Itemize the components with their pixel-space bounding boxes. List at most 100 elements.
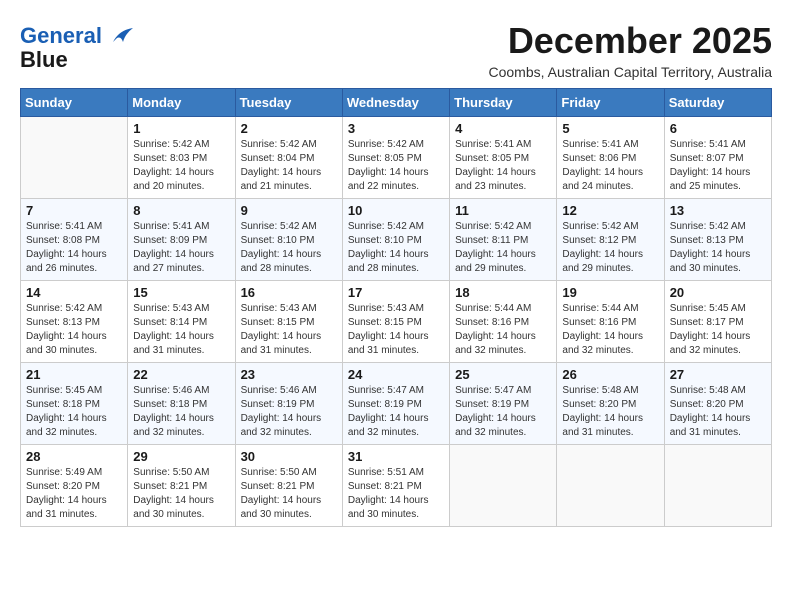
weekday-header-tuesday: Tuesday xyxy=(235,89,342,117)
weekday-header-friday: Friday xyxy=(557,89,664,117)
day-number: 27 xyxy=(670,367,766,382)
day-number: 26 xyxy=(562,367,658,382)
calendar-cell: 31 Sunrise: 5:51 AM Sunset: 8:21 PM Dayli… xyxy=(342,445,449,527)
weekday-header-sunday: Sunday xyxy=(21,89,128,117)
calendar-cell: 20 Sunrise: 5:45 AM Sunset: 8:17 PM Dayli… xyxy=(664,281,771,363)
cell-info: Sunrise: 5:42 AM Sunset: 8:11 PM Dayligh… xyxy=(455,220,551,276)
calendar-cell: 3 Sunrise: 5:42 AM Sunset: 8:05 PM Daylig… xyxy=(342,117,449,199)
cell-info: Sunrise: 5:48 AM Sunset: 8:20 PM Dayligh… xyxy=(670,384,766,440)
day-number: 8 xyxy=(133,203,229,218)
page-header: General Blue December 2025 Coombs, Austr… xyxy=(20,20,772,80)
cell-info: Sunrise: 5:45 AM Sunset: 8:18 PM Dayligh… xyxy=(26,384,122,440)
day-number: 24 xyxy=(348,367,444,382)
calendar-cell: 22Sunrise: 5:46 AM Sunset: 8:18 PM Dayli… xyxy=(128,363,235,445)
calendar-cell: 10 Sunrise: 5:42 AM Sunset: 8:10 PM Dayli… xyxy=(342,199,449,281)
month-title: December 2025 xyxy=(489,20,773,62)
calendar-cell: 21 Sunrise: 5:45 AM Sunset: 8:18 PM Dayli… xyxy=(21,363,128,445)
calendar-cell xyxy=(664,445,771,527)
cell-info: Sunrise: 5:44 AM Sunset: 8:16 PM Dayligh… xyxy=(562,302,658,358)
logo-text: General xyxy=(20,24,133,48)
day-number: 13 xyxy=(670,203,766,218)
cell-info: Sunrise: 5:50 AM Sunset: 8:21 PM Dayligh… xyxy=(133,466,229,522)
calendar-week-row: 28Sunrise: 5:49 AM Sunset: 8:20 PM Dayli… xyxy=(21,445,772,527)
day-number: 19 xyxy=(562,285,658,300)
weekday-header-saturday: Saturday xyxy=(664,89,771,117)
logo-subtext: Blue xyxy=(20,48,133,72)
day-number: 30 xyxy=(241,449,337,464)
day-number: 9 xyxy=(241,203,337,218)
day-number: 11 xyxy=(455,203,551,218)
calendar-header-row: SundayMondayTuesdayWednesdayThursdayFrid… xyxy=(21,89,772,117)
cell-info: Sunrise: 5:42 AM Sunset: 8:13 PM Dayligh… xyxy=(670,220,766,276)
cell-info: Sunrise: 5:42 AM Sunset: 8:04 PM Dayligh… xyxy=(241,138,337,194)
day-number: 10 xyxy=(348,203,444,218)
cell-info: Sunrise: 5:47 AM Sunset: 8:19 PM Dayligh… xyxy=(348,384,444,440)
calendar-cell: 30 Sunrise: 5:50 AM Sunset: 8:21 PM Dayli… xyxy=(235,445,342,527)
calendar-cell: 29 Sunrise: 5:50 AM Sunset: 8:21 PM Dayli… xyxy=(128,445,235,527)
calendar-cell: 13 Sunrise: 5:42 AM Sunset: 8:13 PM Dayli… xyxy=(664,199,771,281)
day-number: 2 xyxy=(241,121,337,136)
calendar-cell: 9Sunrise: 5:42 AM Sunset: 8:10 PM Daylig… xyxy=(235,199,342,281)
calendar-cell: 1 Sunrise: 5:42 AM Sunset: 8:03 PM Daylig… xyxy=(128,117,235,199)
weekday-header-wednesday: Wednesday xyxy=(342,89,449,117)
calendar-cell: 11 Sunrise: 5:42 AM Sunset: 8:11 PM Dayli… xyxy=(450,199,557,281)
cell-info: Sunrise: 5:46 AM Sunset: 8:19 PM Dayligh… xyxy=(241,384,337,440)
day-number: 31 xyxy=(348,449,444,464)
calendar-cell: 17Sunrise: 5:43 AM Sunset: 8:15 PM Dayli… xyxy=(342,281,449,363)
calendar-cell: 2 Sunrise: 5:42 AM Sunset: 8:04 PM Daylig… xyxy=(235,117,342,199)
day-number: 3 xyxy=(348,121,444,136)
day-number: 14 xyxy=(26,285,122,300)
calendar-cell: 14Sunrise: 5:42 AM Sunset: 8:13 PM Dayli… xyxy=(21,281,128,363)
cell-info: Sunrise: 5:42 AM Sunset: 8:10 PM Dayligh… xyxy=(348,220,444,276)
calendar-cell: 25Sunrise: 5:47 AM Sunset: 8:19 PM Dayli… xyxy=(450,363,557,445)
day-number: 6 xyxy=(670,121,766,136)
cell-info: Sunrise: 5:46 AM Sunset: 8:18 PM Dayligh… xyxy=(133,384,229,440)
cell-info: Sunrise: 5:43 AM Sunset: 8:14 PM Dayligh… xyxy=(133,302,229,358)
cell-info: Sunrise: 5:41 AM Sunset: 8:05 PM Dayligh… xyxy=(455,138,551,194)
day-number: 21 xyxy=(26,367,122,382)
calendar-cell xyxy=(557,445,664,527)
calendar-cell xyxy=(450,445,557,527)
calendar-cell: 23 Sunrise: 5:46 AM Sunset: 8:19 PM Dayli… xyxy=(235,363,342,445)
day-number: 1 xyxy=(133,121,229,136)
cell-info: Sunrise: 5:42 AM Sunset: 8:03 PM Dayligh… xyxy=(133,138,229,194)
calendar-cell: 18Sunrise: 5:44 AM Sunset: 8:16 PM Dayli… xyxy=(450,281,557,363)
day-number: 7 xyxy=(26,203,122,218)
day-number: 15 xyxy=(133,285,229,300)
cell-info: Sunrise: 5:42 AM Sunset: 8:05 PM Dayligh… xyxy=(348,138,444,194)
day-number: 20 xyxy=(670,285,766,300)
logo-bird-icon xyxy=(111,28,133,46)
calendar-cell: 28Sunrise: 5:49 AM Sunset: 8:20 PM Dayli… xyxy=(21,445,128,527)
calendar-cell xyxy=(21,117,128,199)
calendar-week-row: 14Sunrise: 5:42 AM Sunset: 8:13 PM Dayli… xyxy=(21,281,772,363)
calendar-cell: 8 Sunrise: 5:41 AM Sunset: 8:09 PM Daylig… xyxy=(128,199,235,281)
cell-info: Sunrise: 5:41 AM Sunset: 8:07 PM Dayligh… xyxy=(670,138,766,194)
calendar-cell: 12 Sunrise: 5:42 AM Sunset: 8:12 PM Dayli… xyxy=(557,199,664,281)
day-number: 28 xyxy=(26,449,122,464)
cell-info: Sunrise: 5:43 AM Sunset: 8:15 PM Dayligh… xyxy=(348,302,444,358)
day-number: 23 xyxy=(241,367,337,382)
day-number: 16 xyxy=(241,285,337,300)
cell-info: Sunrise: 5:51 AM Sunset: 8:21 PM Dayligh… xyxy=(348,466,444,522)
location-subtitle: Coombs, Australian Capital Territory, Au… xyxy=(489,64,773,80)
day-number: 4 xyxy=(455,121,551,136)
calendar-cell: 16Sunrise: 5:43 AM Sunset: 8:15 PM Dayli… xyxy=(235,281,342,363)
calendar-cell: 15 Sunrise: 5:43 AM Sunset: 8:14 PM Dayli… xyxy=(128,281,235,363)
calendar-cell: 5Sunrise: 5:41 AM Sunset: 8:06 PM Daylig… xyxy=(557,117,664,199)
calendar-week-row: 7 Sunrise: 5:41 AM Sunset: 8:08 PM Daylig… xyxy=(21,199,772,281)
weekday-header-monday: Monday xyxy=(128,89,235,117)
cell-info: Sunrise: 5:42 AM Sunset: 8:12 PM Dayligh… xyxy=(562,220,658,276)
cell-info: Sunrise: 5:45 AM Sunset: 8:17 PM Dayligh… xyxy=(670,302,766,358)
cell-info: Sunrise: 5:41 AM Sunset: 8:08 PM Dayligh… xyxy=(26,220,122,276)
calendar-cell: 4 Sunrise: 5:41 AM Sunset: 8:05 PM Daylig… xyxy=(450,117,557,199)
cell-info: Sunrise: 5:48 AM Sunset: 8:20 PM Dayligh… xyxy=(562,384,658,440)
day-number: 25 xyxy=(455,367,551,382)
calendar-cell: 19 Sunrise: 5:44 AM Sunset: 8:16 PM Dayli… xyxy=(557,281,664,363)
calendar-week-row: 1 Sunrise: 5:42 AM Sunset: 8:03 PM Daylig… xyxy=(21,117,772,199)
day-number: 12 xyxy=(562,203,658,218)
calendar-week-row: 21 Sunrise: 5:45 AM Sunset: 8:18 PM Dayli… xyxy=(21,363,772,445)
cell-info: Sunrise: 5:50 AM Sunset: 8:21 PM Dayligh… xyxy=(241,466,337,522)
cell-info: Sunrise: 5:41 AM Sunset: 8:09 PM Dayligh… xyxy=(133,220,229,276)
day-number: 29 xyxy=(133,449,229,464)
logo: General Blue xyxy=(20,24,133,72)
